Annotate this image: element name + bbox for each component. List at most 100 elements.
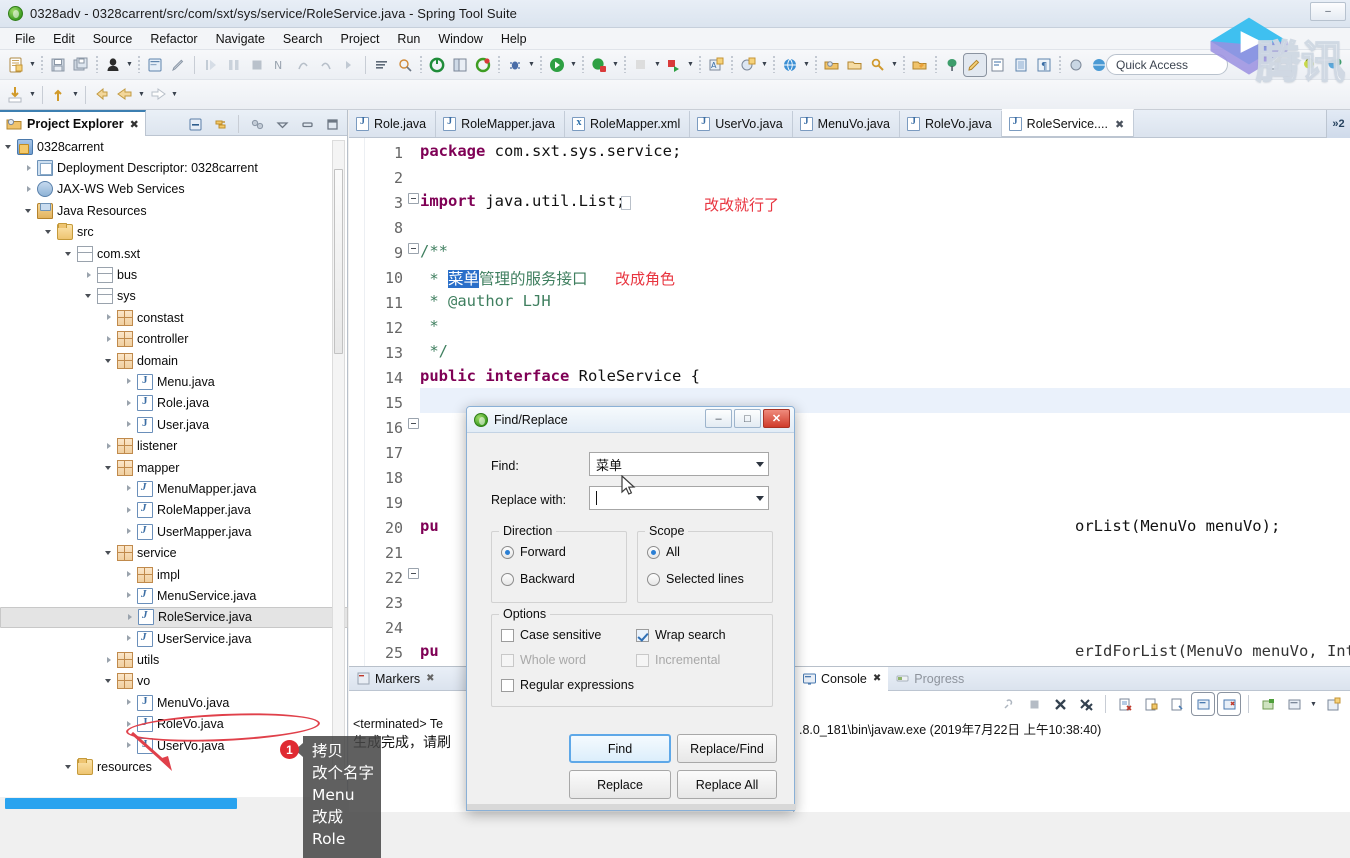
- checkbox-incremental[interactable]: Incremental: [636, 653, 720, 667]
- editor-tab-role-java[interactable]: Role.java: [349, 111, 437, 137]
- restart-server-icon[interactable]: [472, 54, 494, 76]
- editor-tab-rolemapper-xml[interactable]: RoleMapper.xml: [565, 111, 691, 137]
- link-icon[interactable]: [1065, 54, 1087, 76]
- chevron-down-icon[interactable]: [104, 676, 115, 687]
- chevron-right-icon[interactable]: [124, 398, 135, 409]
- chevron-right-icon[interactable]: [124, 505, 135, 516]
- document-icon[interactable]: [1010, 54, 1032, 76]
- debug-dropdown-icon[interactable]: ▼: [527, 54, 536, 76]
- checkbox-whole-word[interactable]: Whole word: [501, 653, 586, 667]
- chevron-right-icon[interactable]: [24, 163, 35, 174]
- run-dropdown-icon[interactable]: ▼: [569, 54, 578, 76]
- external-tools-icon[interactable]: [588, 54, 610, 76]
- close-icon[interactable]: ✖: [426, 673, 434, 684]
- run-icon[interactable]: [546, 54, 568, 76]
- menu-item-help[interactable]: Help: [492, 30, 536, 48]
- radio-selected-lines[interactable]: Selected lines: [647, 572, 744, 586]
- select-console-icon[interactable]: [1283, 693, 1305, 715]
- window-minimize-button[interactable]: –: [1310, 2, 1346, 21]
- tab-project-explorer[interactable]: Project Explorer ✖: [0, 110, 146, 136]
- checkbox-regular-expressions[interactable]: Regular expressions: [501, 678, 634, 692]
- tree-item-0328carrent[interactable]: 0328carrent: [0, 136, 348, 157]
- person-dropdown-icon[interactable]: ▼: [125, 54, 134, 76]
- scrollbar-thumb[interactable]: [5, 798, 237, 809]
- tree-item-vo[interactable]: vo: [0, 671, 348, 692]
- project-tree[interactable]: 0328carrent Deployment Descriptor: 0328ca…: [0, 136, 348, 797]
- download-dropdown-icon[interactable]: ▼: [28, 84, 37, 106]
- display-selected-console-icon[interactable]: [1191, 692, 1215, 716]
- step-return-icon[interactable]: N: [269, 54, 291, 76]
- dialog-close-button[interactable]: ✕: [763, 409, 790, 428]
- chevron-right-icon[interactable]: [24, 184, 35, 195]
- chevron-down-icon[interactable]: [64, 762, 75, 773]
- collapse-all-icon[interactable]: [184, 113, 206, 135]
- editor-tab-rolevo-java[interactable]: RoleVo.java: [900, 111, 1002, 137]
- chevron-right-icon[interactable]: [124, 719, 135, 730]
- tree-item-service[interactable]: service: [0, 542, 348, 563]
- chevron-down-icon[interactable]: [44, 227, 55, 238]
- menu-item-refactor[interactable]: Refactor: [141, 30, 206, 48]
- dialog-maximize-button[interactable]: □: [734, 409, 761, 428]
- scrollbar-thumb[interactable]: [334, 169, 343, 354]
- new-class-icon[interactable]: A: [705, 54, 727, 76]
- back-step-icon[interactable]: [315, 54, 337, 76]
- chevron-right-icon[interactable]: [124, 569, 135, 580]
- tree-item-usermapper-java[interactable]: UserMapper.java: [0, 521, 348, 542]
- tree-item-user-java[interactable]: User.java: [0, 414, 348, 435]
- dialog-resize-grip[interactable]: [467, 804, 796, 810]
- replace-find-button[interactable]: Replace/Find: [677, 734, 777, 763]
- tree-item-rolemapper-java[interactable]: RoleMapper.java: [0, 500, 348, 521]
- menu-item-project[interactable]: Project: [332, 30, 389, 48]
- chevron-right-icon[interactable]: [124, 740, 135, 751]
- run-server-icon[interactable]: [426, 54, 448, 76]
- editor-tab-menuvo-java[interactable]: MenuVo.java: [793, 111, 900, 137]
- tree-item-menu-java[interactable]: Menu.java: [0, 371, 348, 392]
- chevron-down-icon[interactable]: [84, 291, 95, 302]
- stop-build-icon[interactable]: [630, 54, 652, 76]
- tree-item-userservice-java[interactable]: UserService.java: [0, 628, 348, 649]
- tab-console[interactable]: Console ✖: [795, 666, 889, 691]
- new-package-dropdown-icon[interactable]: ▼: [760, 54, 769, 76]
- tree-item-deployment-descriptor-0328carrent[interactable]: Deployment Descriptor: 0328carrent: [0, 157, 348, 178]
- menu-item-search[interactable]: Search: [274, 30, 332, 48]
- new-console-view-icon[interactable]: [1322, 693, 1344, 715]
- project-tree-vertical-scrollbar[interactable]: [332, 140, 345, 780]
- globe-icon[interactable]: [779, 54, 801, 76]
- tree-item-impl[interactable]: impl: [0, 564, 348, 585]
- tree-item-src[interactable]: src: [0, 222, 348, 243]
- tree-item-resources[interactable]: resources: [0, 756, 348, 777]
- tab-markers[interactable]: Markers ✖: [349, 667, 442, 691]
- menu-item-source[interactable]: Source: [84, 30, 142, 48]
- tree-item-utils[interactable]: utils: [0, 649, 348, 670]
- tree-item-roleservice-java[interactable]: RoleService.java: [0, 606, 348, 628]
- tree-item-domain[interactable]: domain: [0, 350, 348, 371]
- tree-item-bus[interactable]: bus: [0, 264, 348, 285]
- radio-forward[interactable]: Forward: [501, 545, 566, 559]
- replace-button[interactable]: Replace: [569, 770, 671, 799]
- tree-item-listener[interactable]: listener: [0, 435, 348, 456]
- fold-marker-icon[interactable]: [408, 568, 419, 579]
- chevron-right-icon[interactable]: [124, 483, 135, 494]
- chevron-right-icon[interactable]: [104, 312, 115, 323]
- last-edit-icon[interactable]: [909, 54, 931, 76]
- stop-icon[interactable]: [246, 54, 268, 76]
- tree-item-java-resources[interactable]: Java Resources: [0, 200, 348, 221]
- forward-history-icon[interactable]: [147, 84, 169, 106]
- dialog-minimize-button[interactable]: –: [705, 409, 732, 428]
- step-into-icon[interactable]: [200, 54, 222, 76]
- maximize-view-icon[interactable]: [321, 113, 343, 135]
- open-resource-icon[interactable]: [844, 54, 866, 76]
- chevron-down-icon[interactable]: [64, 248, 75, 259]
- open-console-icon[interactable]: [144, 54, 166, 76]
- chevron-down-icon[interactable]: [756, 462, 764, 467]
- checkbox-wrap-search[interactable]: Wrap search: [636, 628, 726, 642]
- replace-input[interactable]: [589, 486, 769, 510]
- quick-access-input[interactable]: Quick Access: [1106, 54, 1228, 75]
- chevron-right-icon[interactable]: [104, 441, 115, 452]
- chevron-down-icon[interactable]: [756, 496, 764, 501]
- save-icon[interactable]: [47, 54, 69, 76]
- open-type-icon[interactable]: [821, 54, 843, 76]
- forward-dropdown-icon[interactable]: ▼: [170, 84, 179, 106]
- back-history-icon[interactable]: [91, 84, 113, 106]
- pin-console-icon[interactable]: [997, 693, 1019, 715]
